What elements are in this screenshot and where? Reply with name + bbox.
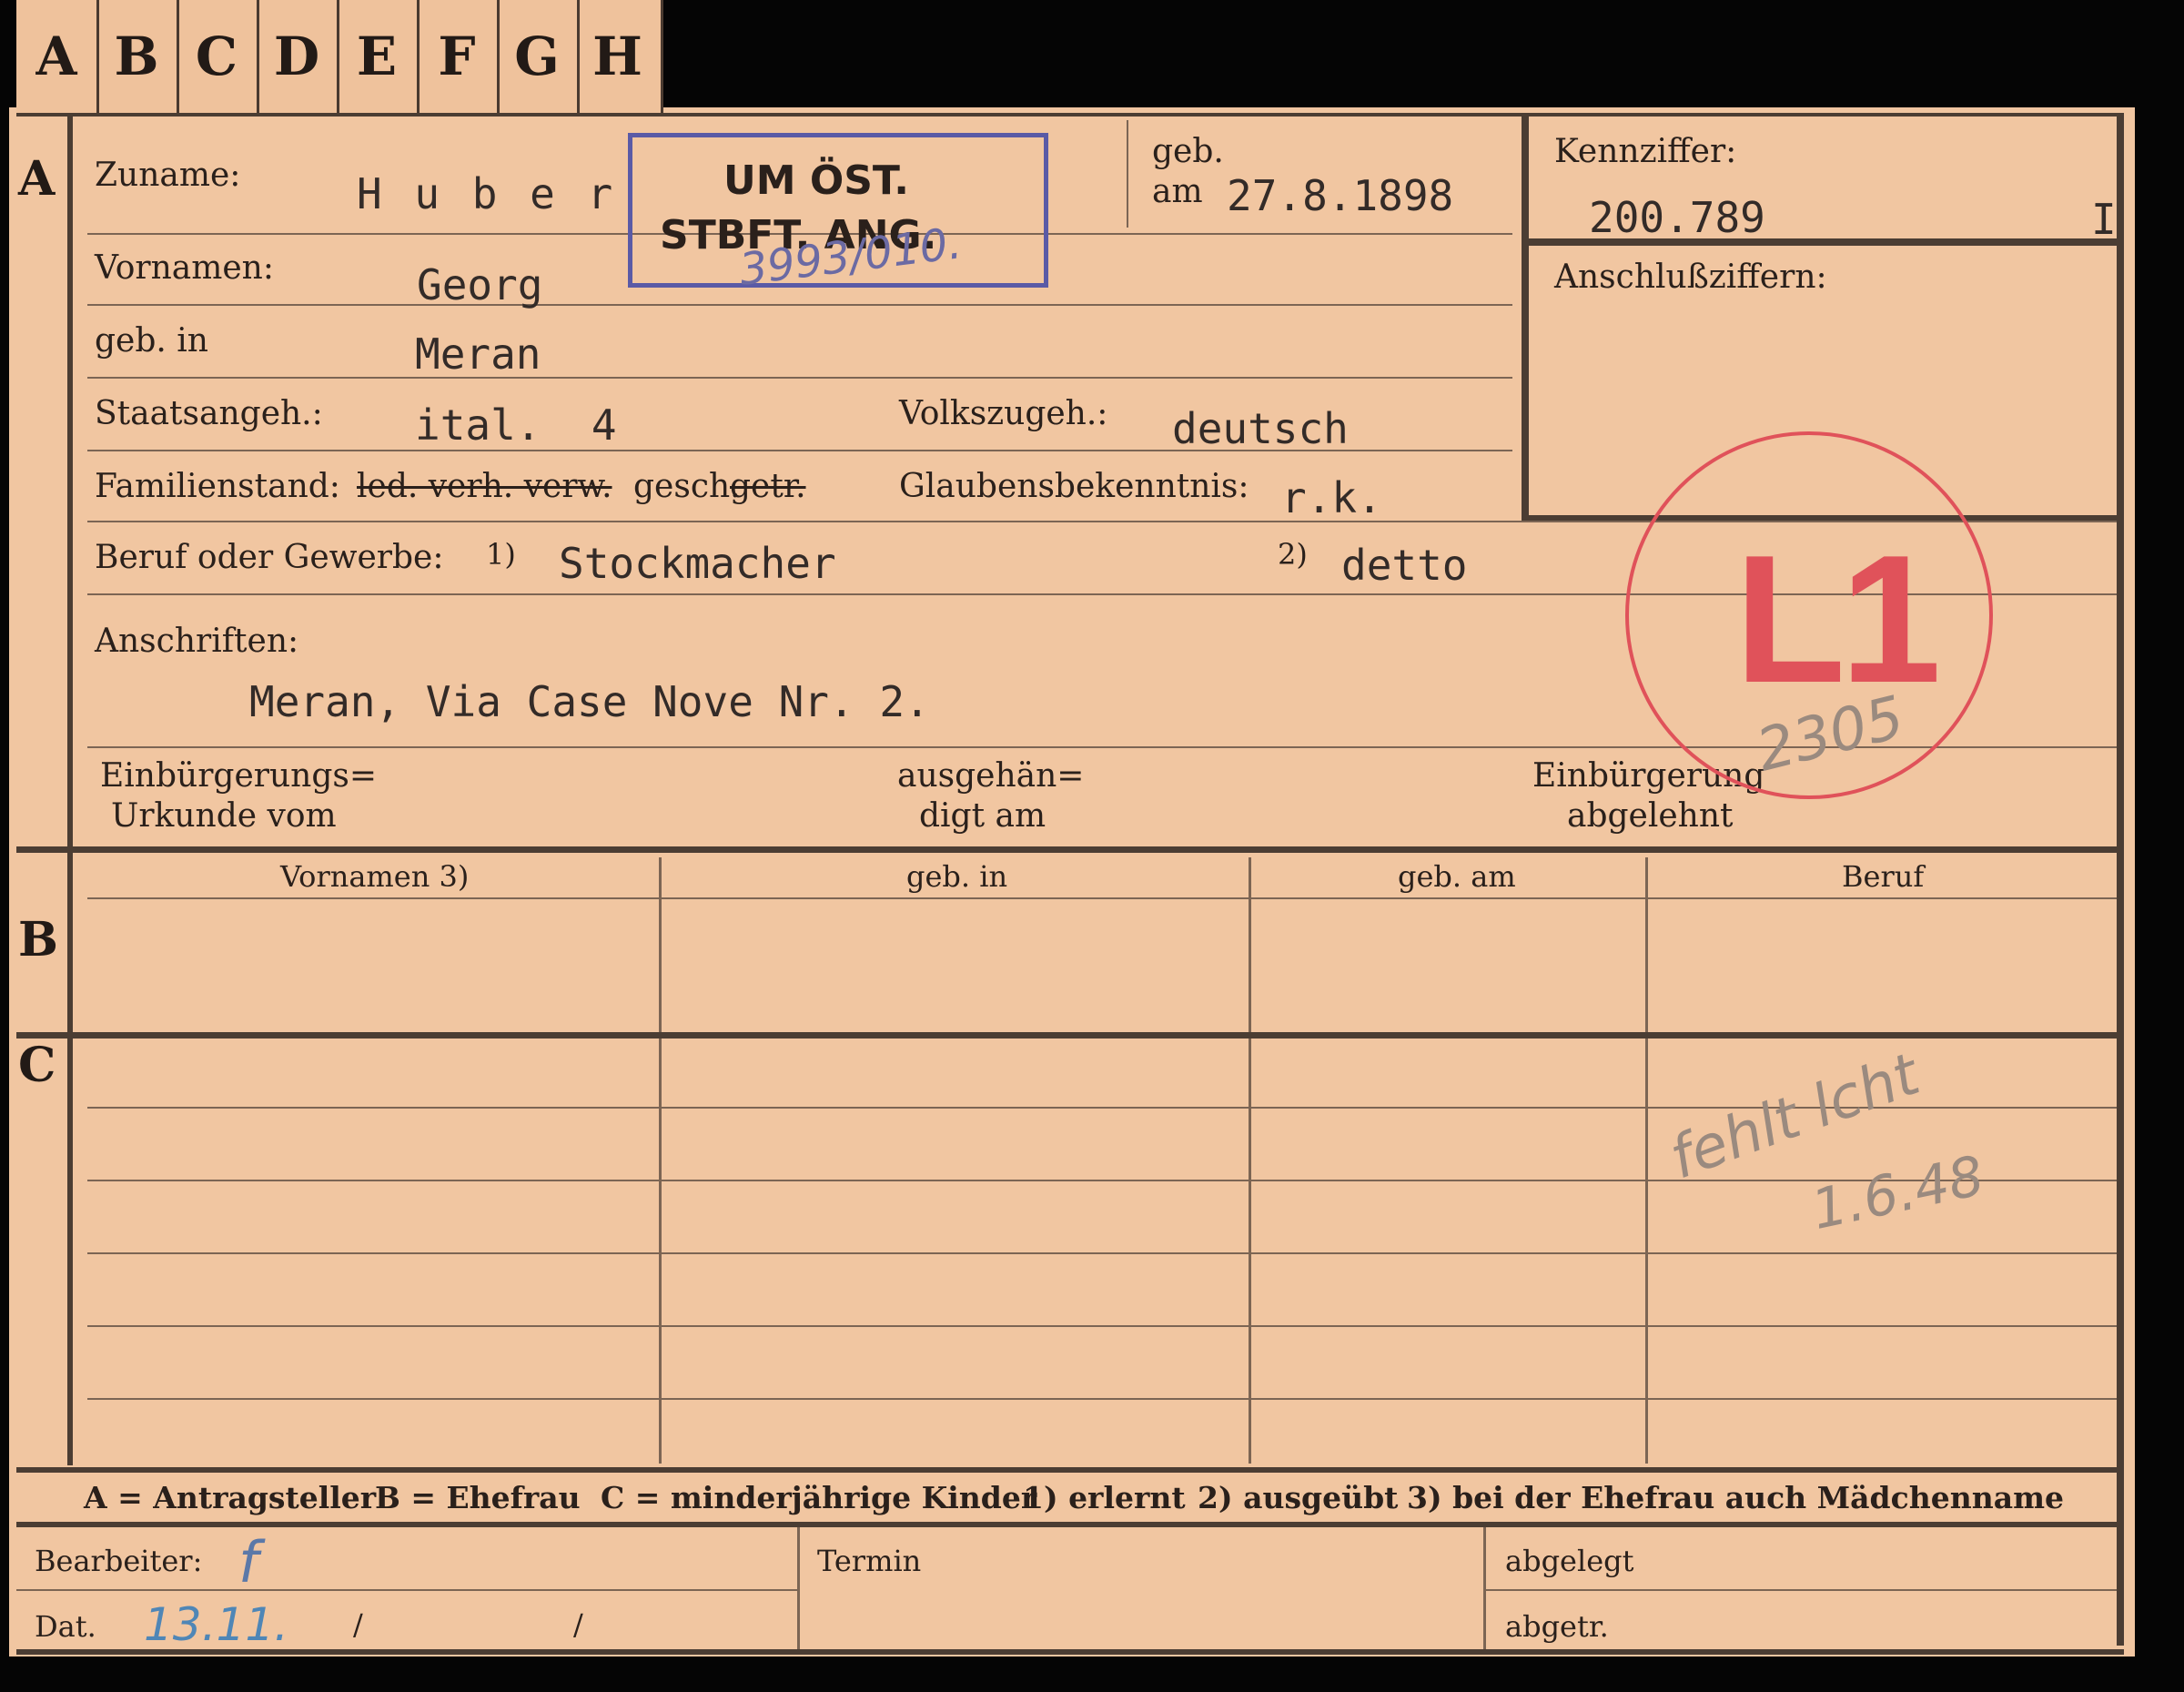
- zuname-value: H u b e r: [357, 169, 617, 218]
- kennziffer-value: 200.789: [1589, 193, 1765, 242]
- vornamen-value: Georg: [417, 260, 543, 309]
- familienstand-label: Familienstand:: [95, 468, 340, 505]
- zuname-label: Zuname:: [95, 157, 241, 194]
- am-label: am: [1152, 173, 1203, 210]
- tab-e[interactable]: E: [337, 0, 420, 113]
- letter-tab-strip: A B C D E F G H: [16, 0, 663, 113]
- stamp-line1: UM ÖST.: [723, 157, 909, 204]
- datum-value: 13.11.: [144, 1598, 289, 1651]
- section-ab-divider: [16, 846, 2117, 853]
- tab-b[interactable]: B: [96, 0, 179, 113]
- section-column-rule: [67, 117, 73, 1465]
- row-rule: [87, 377, 1512, 379]
- card-bottom-border: [16, 1649, 2124, 1655]
- row-rule: [87, 1252, 2117, 1254]
- volkszugeh-label: Volkszugeh.:: [899, 395, 1108, 432]
- column-header-geb-am: geb. am: [1398, 859, 1516, 894]
- legend-note-1: 1) erlernt: [1023, 1480, 1186, 1515]
- familienstand-struck-options: led. verh. verw.: [357, 468, 612, 505]
- section-b-letter: B: [18, 912, 58, 968]
- footer-divider: [797, 1527, 800, 1649]
- staatsangeh-label: Staatsangeh.:: [95, 395, 323, 432]
- abgelegt-label: abgelegt: [1505, 1544, 1634, 1578]
- glaubensbekenntnis-label: Glaubensbekenntnis:: [899, 468, 1249, 505]
- staatsangeh-value: ital. 4: [415, 400, 617, 450]
- tab-a[interactable]: A: [16, 0, 99, 113]
- legend-c: C = minderjährige Kinder: [601, 1480, 1037, 1515]
- beruf-note-1: 1): [486, 537, 516, 572]
- familienstand-geschieden: gesch.: [633, 468, 741, 505]
- beruf-label: Beruf oder Gewerbe:: [95, 539, 444, 576]
- kennziffer-box-left: [1522, 117, 1529, 522]
- tab-c[interactable]: C: [177, 0, 259, 113]
- glaubensbekenntnis-value: r.k.: [1281, 473, 1382, 522]
- datum-separator-2: /: [573, 1607, 583, 1642]
- tab-d[interactable]: D: [257, 0, 339, 113]
- footer-divider: [1483, 1527, 1486, 1649]
- datum-separator-1: /: [353, 1607, 363, 1642]
- bearbeiter-label: Bearbeiter:: [35, 1544, 203, 1578]
- legend-note-3: 3) bei der Ehefrau auch Mädchenname: [1407, 1480, 2064, 1515]
- legend-top-border: [16, 1467, 2117, 1473]
- bearbeiter-value: f: [238, 1529, 258, 1596]
- beruf-ausgeuebt-value: detto: [1341, 541, 1468, 590]
- anschriften-value: Meran, Via Case Nove Nr. 2.: [249, 677, 930, 726]
- footer-row-rule: [1486, 1589, 2117, 1591]
- termin-label: Termin: [817, 1544, 922, 1578]
- geb-in-label: geb. in: [95, 322, 208, 360]
- ausgehaendigt-label-line2: digt am: [919, 797, 1046, 835]
- beruf-erlernt-value: Stockmacher: [559, 539, 836, 588]
- geb-in-value: Meran: [415, 329, 541, 379]
- einbuergerungs-label-line1: Einbürgerungs=: [100, 757, 378, 795]
- legend-note-2: 2) ausgeübt: [1198, 1480, 1399, 1515]
- familienstand-getrennt: getr.: [730, 468, 806, 505]
- row-rule: [87, 304, 1512, 306]
- column-header-vornamen: Vornamen 3): [280, 859, 470, 894]
- geb-divider: [1127, 120, 1128, 228]
- column-divider: [659, 857, 662, 1464]
- anschlussziffern-label: Anschlußziffern:: [1554, 258, 1827, 296]
- kennziffer-label: Kennziffer:: [1554, 133, 1737, 170]
- column-header-geb-in: geb. in: [906, 859, 1008, 894]
- tab-h[interactable]: H: [577, 0, 658, 113]
- column-divider: [1249, 857, 1251, 1464]
- tab-f[interactable]: F: [417, 0, 500, 113]
- column-header-beruf: Beruf: [1842, 859, 1925, 894]
- card-right-border: [2117, 117, 2124, 1646]
- footer-row-rule: [16, 1589, 797, 1591]
- column-divider: [1645, 857, 1648, 1464]
- section-a-letter: A: [18, 151, 56, 207]
- legend-a: A = Antragsteller: [84, 1480, 377, 1515]
- datum-label: Dat.: [35, 1609, 96, 1644]
- card-top-border: [16, 113, 2124, 117]
- tab-g[interactable]: G: [497, 0, 580, 113]
- einbuergerungs-label-line2: Urkunde vom: [111, 797, 337, 835]
- kennziffer-suffix: I: [2091, 195, 2117, 244]
- row-rule: [87, 1325, 2117, 1327]
- abgetragen-label: abgetr.: [1505, 1609, 1609, 1644]
- row-rule: [87, 1398, 2117, 1400]
- beruf-note-2: 2): [1278, 537, 1308, 572]
- column-header-rule: [87, 897, 2117, 899]
- legend-bottom-border: [16, 1522, 2117, 1527]
- section-c-letter: C: [18, 1038, 56, 1093]
- volkszugeh-value: deutsch: [1172, 404, 1349, 453]
- ausgehaendigt-label-line1: ausgehän=: [897, 757, 1085, 795]
- legend-b: B = Ehefrau: [375, 1480, 581, 1515]
- geb-am-value: 27.8.1898: [1227, 171, 1454, 220]
- geb-label: geb.: [1152, 133, 1224, 170]
- section-bc-divider: [16, 1032, 2117, 1039]
- l1-stamp-text: L1: [1734, 518, 1941, 721]
- abgelehnt-label-line2: abgelehnt: [1567, 797, 1734, 835]
- anschriften-label: Anschriften:: [95, 623, 299, 660]
- vornamen-label: Vornamen:: [95, 249, 274, 287]
